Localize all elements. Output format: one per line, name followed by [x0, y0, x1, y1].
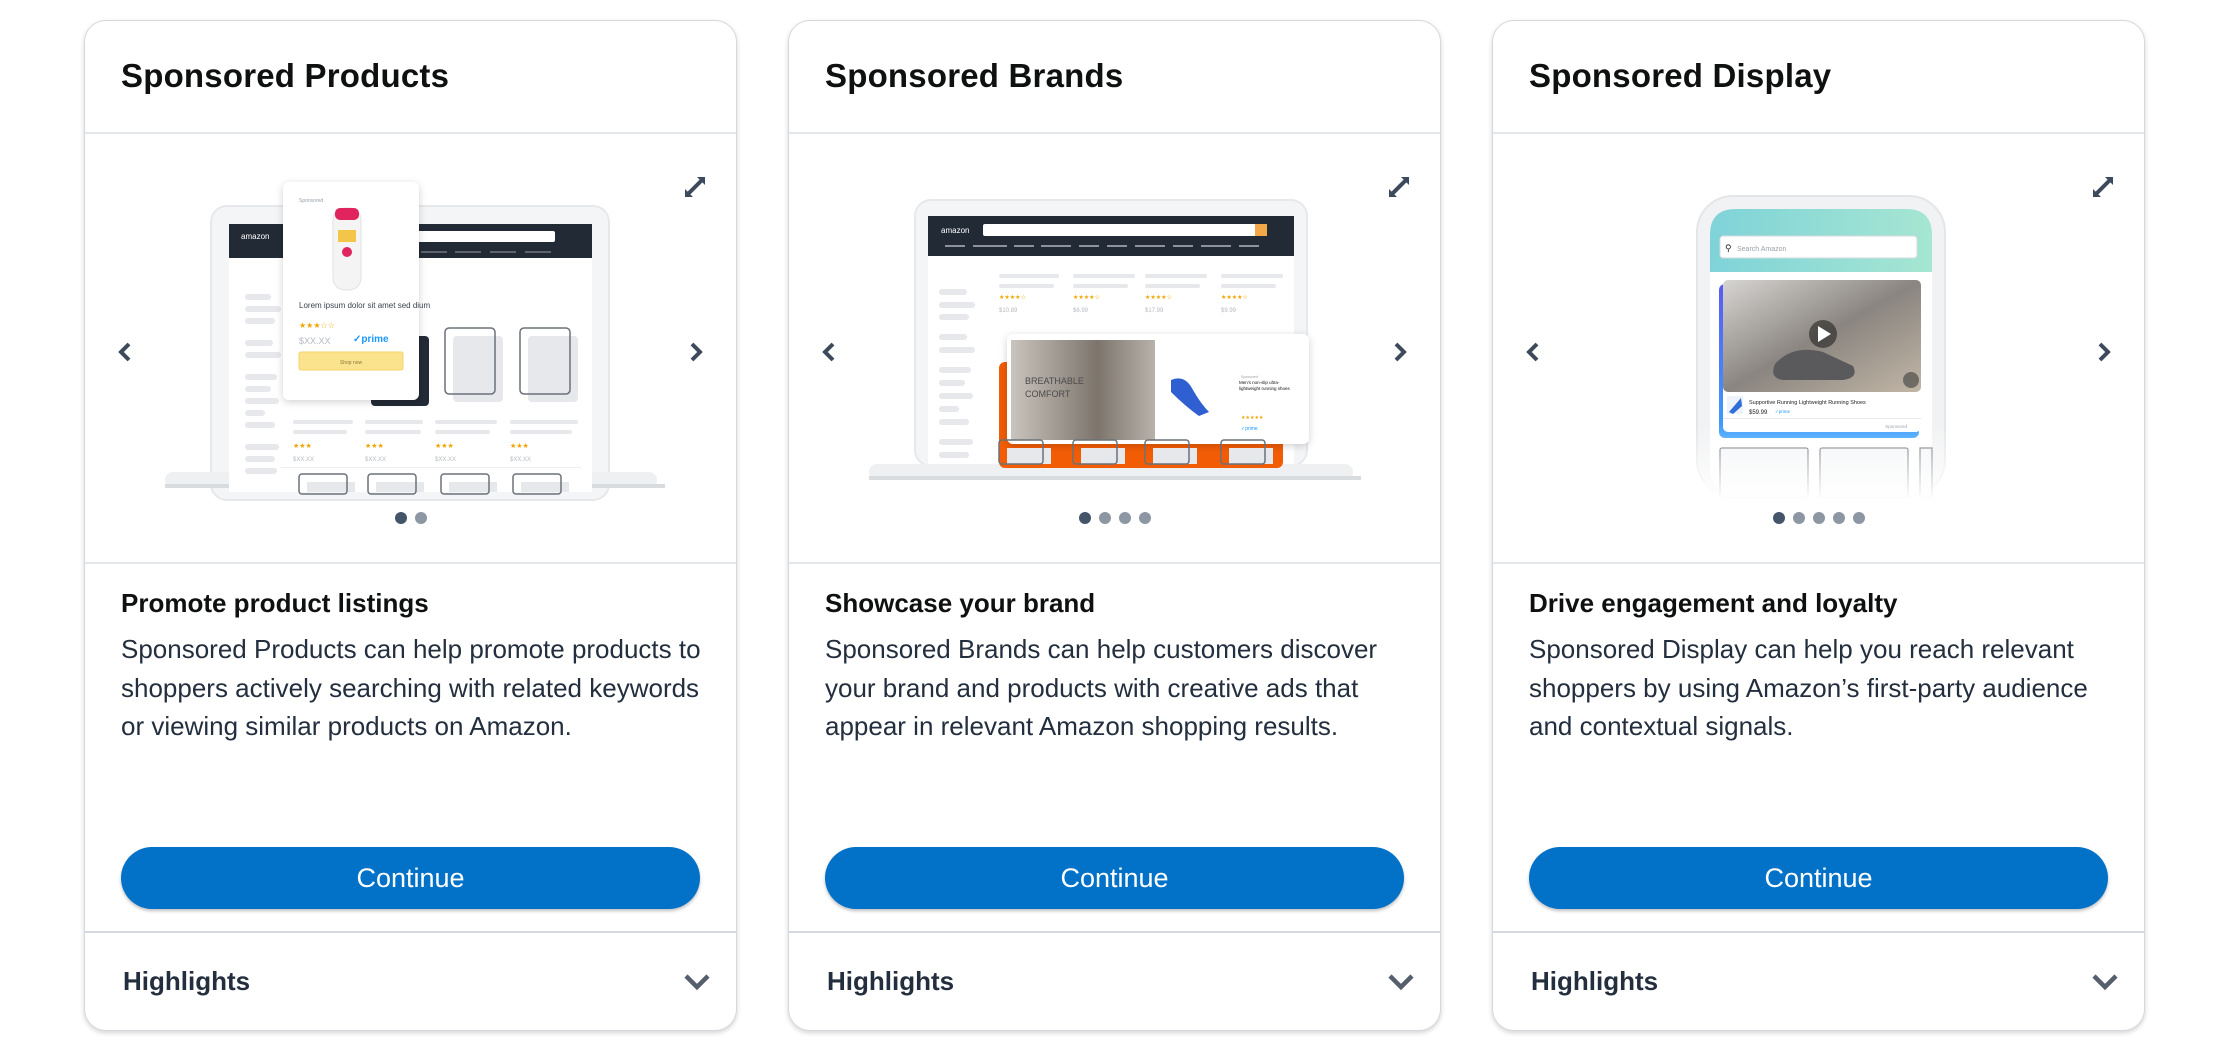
carousel-dot[interactable] [1138, 512, 1151, 524]
carousel-dot[interactable] [414, 512, 427, 524]
carousel-dot[interactable] [1852, 512, 1865, 524]
carousel-slide-image: amazon ★★★ ★★★ ★★★ ★★★ $XX.XX $XX.XX $XX… [165, 182, 665, 501]
svg-text:★★★★☆: ★★★★☆ [1221, 294, 1248, 301]
chevron-left-icon [822, 342, 835, 362]
card-header: Sponsored Products [85, 21, 736, 134]
svg-text:★★★: ★★★ [365, 442, 384, 450]
carousel-prev-button[interactable] [811, 330, 847, 374]
carousel-prev-button[interactable] [107, 330, 143, 374]
highlights-label: Highlights [827, 966, 955, 996]
carousel-next-button[interactable] [678, 330, 714, 374]
card-description: Sponsored Products can help promote prod… [121, 634, 701, 741]
svg-text:★★★★☆: ★★★★☆ [1145, 294, 1172, 301]
card-body: Drive engagement and loyalty Sponsored D… [1493, 564, 2144, 935]
carousel-dot[interactable] [1792, 512, 1805, 524]
mock-tile-price: $XX.XX [293, 457, 314, 463]
continue-button[interactable]: Continue [121, 847, 700, 909]
card-sponsored-brands: Sponsored Brands amazon ★★★★☆ ★★★★☆ ★★★★… [788, 20, 1441, 1031]
card-subheading: Promote product listings [121, 588, 429, 618]
mock-tile-price: $10.89 [999, 308, 1018, 314]
chevron-left-icon [118, 342, 131, 362]
mock-amazon-logo: amazon [241, 232, 269, 241]
highlights-label: Highlights [1531, 966, 1659, 996]
card-description: Sponsored Display can help you reach rel… [1529, 634, 2088, 741]
carousel-dot[interactable] [1832, 512, 1845, 524]
chevron-down-icon [2092, 973, 2118, 990]
mock-tile-price: $XX.XX [510, 457, 531, 463]
svg-text:★★★★☆: ★★★★☆ [1073, 294, 1100, 301]
carousel-next-button[interactable] [2086, 330, 2122, 374]
mock-product-title: Lorem ipsum dolor sit amet sed dium [299, 301, 431, 310]
mock-tile-price: $XX.XX [435, 457, 456, 463]
chevron-down-icon [1388, 973, 1414, 990]
expand-icon [685, 177, 705, 197]
carousel-dot[interactable] [1812, 512, 1825, 524]
card-sponsored-display: Sponsored Display ⚲ Search Amazon [1492, 20, 2145, 1031]
continue-button[interactable]: Continue [1529, 847, 2108, 909]
chevron-right-icon [1394, 342, 1407, 362]
highlights-accordion[interactable]: Highlights [789, 931, 1440, 1030]
continue-button[interactable]: Continue [825, 847, 1404, 909]
image-carousel: amazon ★★★★☆ ★★★★☆ ★★★★☆ ★★★★☆ $10.89 $6.99… [789, 134, 1440, 564]
svg-text:BREATHABLE: BREATHABLE [1025, 376, 1084, 386]
image-carousel: amazon ★★★ ★★★ ★★★ ★★★ $XX.XX $XX.XX $XX… [85, 134, 736, 564]
mock-search-bar [983, 224, 1267, 236]
carousel-dot-active[interactable] [1772, 512, 1785, 524]
svg-text:★★★☆☆: ★★★☆☆ [299, 321, 335, 330]
chevron-right-icon [2098, 342, 2111, 362]
expand-button[interactable] [1384, 172, 1414, 202]
carousel-pagination [789, 512, 1440, 524]
carousel-dot-active[interactable] [394, 512, 407, 524]
mock-tile-price: $9.99 [1221, 308, 1237, 314]
highlights-label: Highlights [123, 966, 251, 996]
chevron-right-icon [690, 342, 703, 362]
carousel-pagination [85, 512, 736, 524]
expand-icon [2093, 177, 2113, 197]
card-header: Sponsored Display [1493, 21, 2144, 134]
svg-text:★★★★☆: ★★★★☆ [999, 294, 1026, 301]
carousel-next-button[interactable] [1382, 330, 1418, 374]
card-description: Sponsored Brands can help customers disc… [825, 634, 1378, 741]
card-header: Sponsored Brands [789, 21, 1440, 134]
carousel-dot-active[interactable] [1078, 512, 1091, 524]
highlights-accordion[interactable]: Highlights [1493, 931, 2144, 1030]
expand-button[interactable] [2088, 172, 2118, 202]
svg-text:★★★: ★★★ [510, 442, 529, 450]
mock-amazon-logo: amazon [941, 226, 969, 235]
mock-tile-price: $17.99 [1145, 308, 1164, 314]
carousel-slide-image: amazon ★★★★☆ ★★★★☆ ★★★★☆ ★★★★☆ $10.89 $6.99… [869, 199, 1361, 480]
svg-text:✓prime: ✓prime [353, 334, 389, 345]
card-title: Sponsored Display [1529, 57, 1832, 94]
expand-button[interactable] [680, 172, 710, 202]
svg-text:✓prime: ✓prime [1241, 426, 1258, 432]
card-title: Sponsored Products [121, 57, 450, 94]
highlights-accordion[interactable]: Highlights [85, 931, 736, 1030]
card-sponsored-products: Sponsored Products amazon ★★★ ★★★ ★★★ ★★… [84, 20, 737, 1031]
svg-text:Sponsored: Sponsored [299, 198, 323, 204]
svg-text:★★★: ★★★ [293, 442, 312, 450]
chevron-left-icon [1526, 342, 1539, 362]
carousel-dot[interactable] [1118, 512, 1131, 524]
carousel-dot[interactable] [1098, 512, 1111, 524]
svg-text:Sponsored: Sponsored [1241, 375, 1258, 379]
svg-text:COMFORT: COMFORT [1025, 389, 1071, 399]
svg-text:★★★: ★★★ [435, 442, 454, 450]
mock-tile-price: $XX.XX [365, 457, 386, 463]
card-subheading: Showcase your brand [825, 588, 1096, 618]
svg-text:Shop now: Shop now [340, 360, 363, 366]
carousel-prev-button[interactable] [1515, 330, 1551, 374]
expand-icon [1389, 177, 1409, 197]
card-title: Sponsored Brands [825, 57, 1124, 94]
svg-text:$XX.XX: $XX.XX [299, 336, 331, 346]
image-carousel: ⚲ Search Amazon Supportive Running Light… [1493, 134, 2144, 564]
svg-text:★★★★★: ★★★★★ [1241, 415, 1264, 421]
chevron-down-icon [684, 973, 710, 990]
mock-tile-price: $6.99 [1073, 308, 1089, 314]
carousel-pagination [1493, 512, 2144, 524]
card-body: Promote product listings Sponsored Produ… [85, 564, 736, 935]
carousel-slide-image: ⚲ Search Amazon Supportive Running Light… [1693, 194, 1949, 500]
card-subheading: Drive engagement and loyalty [1529, 588, 1898, 618]
card-body: Showcase your brand Sponsored Brands can… [789, 564, 1440, 935]
